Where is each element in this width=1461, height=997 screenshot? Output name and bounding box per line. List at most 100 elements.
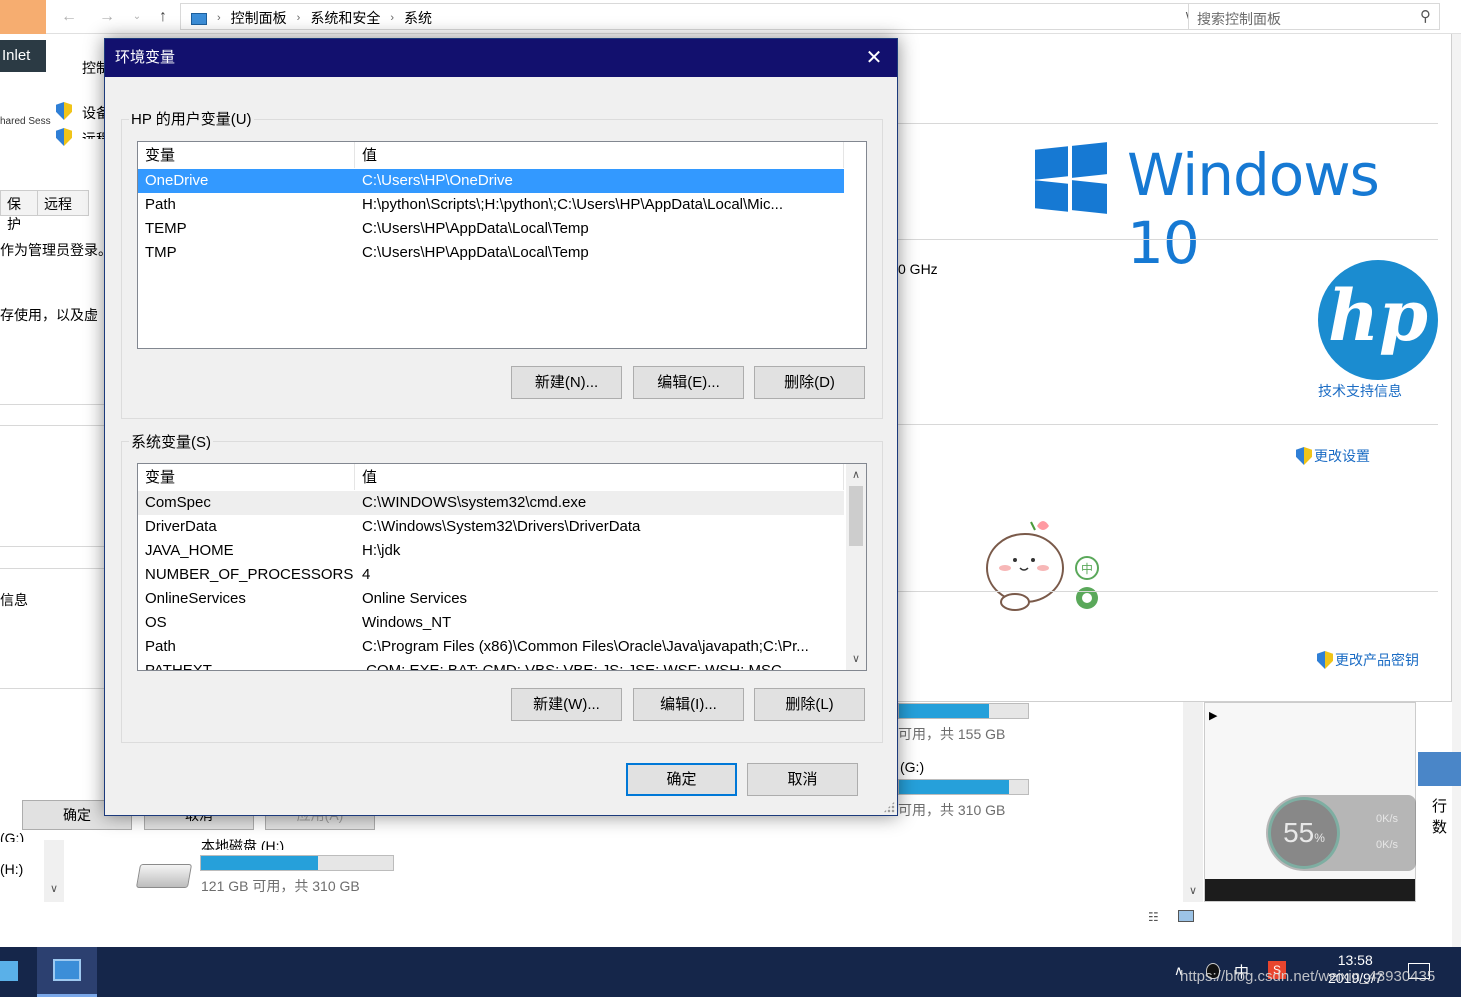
user-edit-button[interactable]: 编辑(E)... — [633, 366, 744, 399]
user-variable-row[interactable]: TMP C:\Users\HP\AppData\Local\Temp — [138, 241, 844, 265]
system-variable-row[interactable]: OS Windows_NT — [138, 611, 844, 635]
environment-variables-dialog: 环境变量 ✕ HP 的用户变量(U) 变量 值 OneDrive C:\User… — [104, 38, 898, 816]
system-variable-row[interactable]: OnlineServices Online Services — [138, 587, 844, 611]
list-header: 变量 值 — [138, 464, 844, 490]
user-delete-button[interactable]: 删除(D) — [754, 366, 865, 399]
system-list-scrollbar[interactable]: ∧ ∨ — [846, 464, 866, 670]
user-variables-label: HP 的用户变量(U) — [129, 108, 254, 129]
row-label-fragment: 行数 — [1432, 798, 1448, 836]
close-icon[interactable]: ✕ — [851, 39, 897, 77]
breadcrumb-system-security[interactable]: 系统和安全 — [310, 8, 380, 28]
tab-protection[interactable]: 保护 — [0, 190, 38, 232]
user-variable-row[interactable]: OneDrive C:\Users\HP\OneDrive — [138, 169, 844, 193]
breadcrumb-control-panel[interactable]: 控制面板 — [231, 8, 287, 28]
change-product-key-link[interactable]: 更改产品密钥 — [1317, 650, 1419, 670]
ok-button[interactable]: 确定 — [626, 763, 737, 796]
chevron-down-icon[interactable]: ∨ — [44, 882, 64, 895]
divider — [0, 546, 104, 547]
taskbar-control-panel[interactable] — [37, 947, 97, 997]
back-arrow-icon[interactable]: ← — [58, 6, 80, 28]
shared-sess-label: hared Sess — [0, 116, 51, 127]
variable-name: PATHEXT — [145, 662, 212, 671]
change-settings-link[interactable]: 更改设置 — [1296, 446, 1370, 466]
shield-icon — [56, 102, 72, 120]
system-variable-row[interactable]: DriverData C:\Windows\System32\Drivers\D… — [138, 515, 844, 539]
variable-value: 4 — [362, 566, 371, 583]
divider — [0, 688, 104, 689]
breadcrumb-system[interactable]: 系统 — [404, 8, 432, 28]
user-variable-row[interactable]: TEMP C:\Users\HP\AppData\Local\Temp — [138, 217, 844, 241]
variable-name: OnlineServices — [145, 590, 246, 607]
system-variable-row[interactable]: Path C:\Program Files (x86)\Common Files… — [138, 635, 844, 659]
scroll-down-icon[interactable]: ∨ — [846, 650, 866, 668]
drive-usage-fill — [201, 856, 319, 870]
variable-name: TEMP — [145, 220, 187, 237]
column-header-variable[interactable]: 变量 — [138, 464, 355, 490]
drive-h-label: (H:) — [0, 861, 24, 877]
divider — [898, 239, 1438, 240]
change-settings-label[interactable]: 更改设置 — [1314, 446, 1370, 466]
system-variable-row[interactable]: ComSpec C:\WINDOWS\system32\cmd.exe — [138, 491, 844, 515]
left-scrollbar[interactable]: ∨ — [44, 840, 64, 902]
expand-arrow-icon[interactable]: ▶ — [1209, 709, 1217, 722]
scroll-up-icon[interactable]: ∧ — [846, 466, 866, 484]
tech-support-link[interactable]: 技术支持信息 — [1318, 381, 1402, 401]
resize-grip-icon[interactable] — [883, 801, 895, 813]
cancel-button[interactable]: 取消 — [747, 763, 858, 796]
chevron-down-icon[interactable]: ∨ — [1183, 884, 1203, 897]
column-header-value[interactable]: 值 — [355, 142, 844, 168]
system-new-button[interactable]: 新建(W)... — [511, 688, 622, 721]
chevron-right-icon: › — [296, 12, 301, 24]
system-variables-list[interactable]: 变量 值 ComSpec C:\WINDOWS\system32\cmd.exe… — [137, 463, 867, 671]
search-icon[interactable]: ⚲ — [1420, 7, 1431, 25]
up-arrow-icon[interactable]: ↑ — [152, 6, 174, 28]
explorer-scrollbar[interactable]: ∨ — [1183, 702, 1203, 902]
tab-remote[interactable]: 远程 — [37, 190, 89, 216]
shield-icon — [1317, 651, 1333, 669]
user-variables-list[interactable]: 变量 值 OneDrive C:\Users\HP\OneDrive Path … — [137, 141, 867, 349]
variable-value: C:\Program Files (x86)\Common Files\Orac… — [362, 638, 809, 655]
system-variable-row[interactable]: NUMBER_OF_PROCESSORS 4 — [138, 563, 844, 587]
variable-value: H:\jdk — [362, 542, 401, 559]
system-variable-row[interactable]: JAVA_HOME H:\jdk — [138, 539, 844, 563]
drive-2-free-text: 可用，共 310 GB — [898, 802, 1006, 818]
scroll-thumb[interactable] — [849, 486, 863, 546]
column-header-value[interactable]: 值 — [355, 464, 844, 490]
large-icons-view-icon[interactable] — [1178, 910, 1194, 922]
cartoon-sticker-image: 中 — [986, 521, 1099, 611]
variable-name: OS — [145, 614, 167, 631]
mini-taskbar — [1205, 879, 1415, 901]
download-speed: 0K/s — [1376, 839, 1399, 851]
dialog-titlebar[interactable]: 环境变量 — [105, 39, 897, 77]
user-new-button[interactable]: 新建(N)... — [511, 366, 622, 399]
admin-login-text: 作为管理员登录。 — [0, 242, 112, 258]
clock-time: 13:58 — [1337, 952, 1373, 968]
drive-usage-bar — [200, 855, 394, 871]
network-speed-widget[interactable]: 55% 0K/s 0K/s — [1266, 795, 1416, 871]
divider — [0, 425, 104, 426]
recent-dropdown-icon[interactable]: ⌄ — [126, 6, 148, 28]
divider — [898, 123, 1438, 124]
hard-drive-icon — [135, 864, 193, 888]
address-field[interactable]: › 控制面板 › 系统和安全 › 系统 ∨ ↻ — [180, 3, 1222, 30]
column-header-variable[interactable]: 变量 — [138, 142, 355, 168]
system-edit-button[interactable]: 编辑(I)... — [633, 688, 744, 721]
variable-name: Path — [145, 638, 176, 655]
variable-name: NUMBER_OF_PROCESSORS — [145, 566, 354, 583]
forward-arrow-icon[interactable]: → — [96, 6, 118, 28]
details-view-icon[interactable]: ☷ — [1148, 910, 1159, 924]
change-product-key-label[interactable]: 更改产品密钥 — [1335, 650, 1419, 670]
search-input[interactable]: 搜索控制面板 ⚲ — [1188, 3, 1440, 30]
user-variable-row[interactable]: Path H:\python\Scripts\;H:\python\;C:\Us… — [138, 193, 844, 217]
variable-value: C:\WINDOWS\system32\cmd.exe — [362, 494, 587, 511]
system-delete-button[interactable]: 删除(L) — [754, 688, 865, 721]
variable-value: .COM;.EXE;.BAT;.CMD;.VBS;.VBE;.JS;.JSE;.… — [362, 662, 782, 671]
taskbar-app-icon[interactable] — [0, 947, 28, 997]
system-variable-row[interactable]: PATHEXT .COM;.EXE;.BAT;.CMD;.VBS;.VBE;.J… — [138, 659, 844, 671]
svg-text:中: 中 — [1081, 561, 1093, 576]
variable-name: OneDrive — [145, 172, 209, 189]
inlet-app-fragment[interactable]: Inlet — [0, 40, 46, 72]
drive-1-free-text: 可用，共 155 GB — [898, 726, 1006, 742]
drive-usage-fill — [899, 704, 990, 718]
app-icon — [0, 961, 18, 981]
